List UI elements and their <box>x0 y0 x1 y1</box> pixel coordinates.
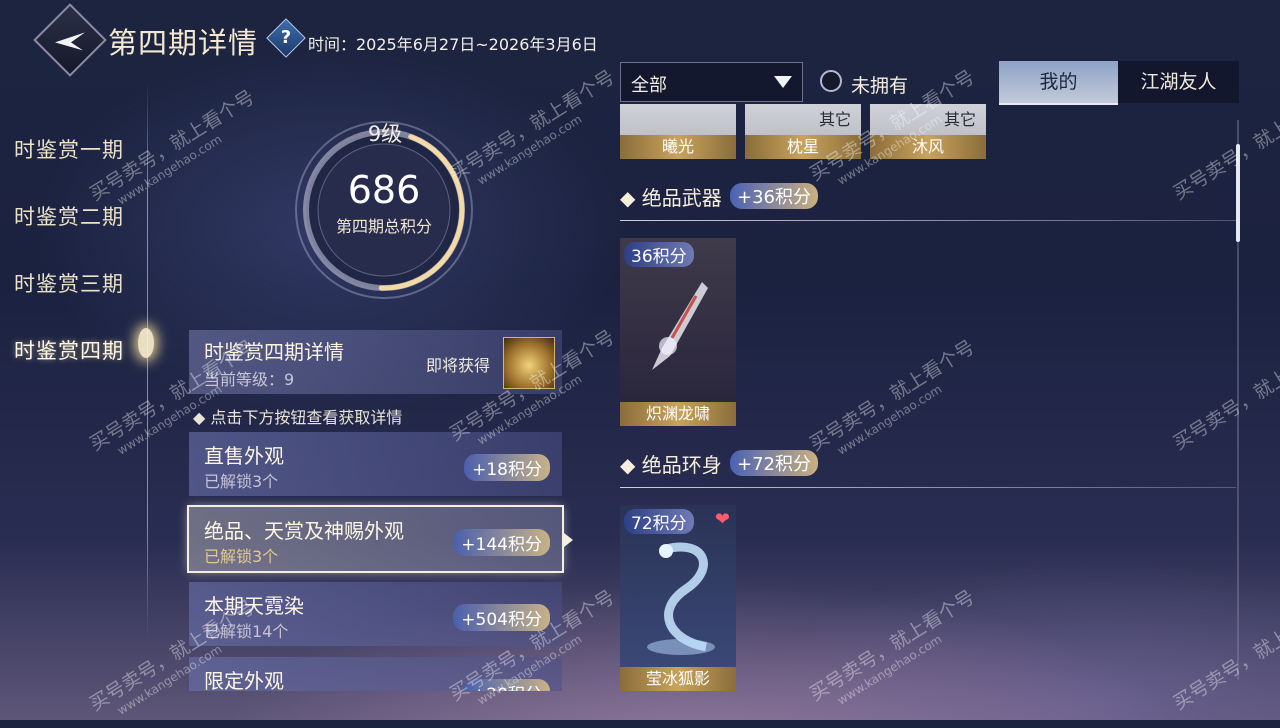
section-divider <box>620 487 1236 488</box>
total-score: 686 <box>347 168 421 212</box>
selected-arrow-icon <box>564 533 573 547</box>
category-unlocked: 已解锁3个 <box>204 472 279 491</box>
category-points-badge: +18积分 <box>464 454 550 481</box>
section-title: ◆ 绝品武器 <box>620 186 722 210</box>
category-dye[interactable]: 本期天霓染 已解锁14个 +504积分 <box>189 582 562 646</box>
outfit-name: 沐风 <box>870 135 986 159</box>
nav-item-period-4[interactable]: 时鉴赏四期 <box>14 335 124 365</box>
outfit-points-tag: 36积分 <box>624 242 694 267</box>
category-direct-sale[interactable]: 直售外观 已解锁3个 +18积分 <box>189 432 562 496</box>
category-premium-outfits[interactable]: 绝品、天赏及神赐外观 已解锁3个 +144积分 <box>187 505 564 573</box>
outfit-card[interactable]: 曦光 <box>620 104 736 159</box>
nav-item-period-3[interactable]: 时鉴赏三期 <box>14 268 124 298</box>
back-arrow-icon <box>55 32 85 51</box>
help-symbol: ? <box>280 27 292 48</box>
outfit-card[interactable]: 其它 沐风 <box>870 104 986 159</box>
nav-item-period-2[interactable]: 时鉴赏二期 <box>14 201 124 231</box>
outfit-other-label: 其它 <box>943 110 976 129</box>
category-points-badge: +20积分 <box>464 679 550 691</box>
section-divider <box>620 220 1236 221</box>
tip-text: ◆ 点击下方按钮查看获取详情 <box>193 408 403 427</box>
outfit-points-tag: 72积分 <box>624 509 694 534</box>
tab-mine[interactable]: 我的 <box>999 61 1118 105</box>
level-label: 9级 <box>367 122 403 146</box>
section-title-text: 绝品环身 <box>641 453 722 477</box>
category-points-badge: +504积分 <box>453 604 550 631</box>
category-unlocked: 已解锁14个 <box>204 622 289 641</box>
outfit-name: 枕星 <box>745 135 861 159</box>
category-name: 本期天霓染 <box>204 594 304 618</box>
category-points-badge: +144积分 <box>453 529 550 556</box>
current-level: 当前等级：9 <box>204 370 295 389</box>
section-points-badge: +72积分 <box>730 450 818 476</box>
category-name: 限定外观 <box>204 669 284 691</box>
outfit-name: 莹冰狐影 <box>620 667 736 691</box>
outfit-name: 炽渊龙啸 <box>620 402 736 426</box>
upcoming-reward-icon[interactable] <box>503 337 555 389</box>
nav-item-period-1[interactable]: 时鉴赏一期 <box>14 134 124 164</box>
weapon-art <box>652 282 708 370</box>
unowned-radio[interactable] <box>820 70 842 92</box>
section-points-badge: +36积分 <box>730 183 818 209</box>
outfit-other-label: 其它 <box>818 110 851 129</box>
outfit-card[interactable]: 72积分 ❤ 莹冰狐影 <box>620 505 736 691</box>
period-text: 时间：2025年6月27日~2026年3月6日 <box>308 35 598 54</box>
nav-divider <box>147 80 148 640</box>
outfit-card[interactable]: 其它 枕星 <box>745 104 861 159</box>
section-title-text: 绝品武器 <box>641 186 722 210</box>
back-button[interactable] <box>33 3 107 77</box>
heart-icon: ❤ <box>714 509 730 530</box>
total-score-label: 第四期总积分 <box>335 217 432 236</box>
unowned-label[interactable]: 未拥有 <box>851 71 908 98</box>
tab-friends[interactable]: 江湖友人 <box>1118 61 1239 103</box>
fox-shadow-art <box>647 542 715 655</box>
outfit-card[interactable]: 36积分 炽渊龙啸 <box>620 238 736 426</box>
outfit-name: 曦光 <box>620 135 736 159</box>
chevron-down-icon <box>774 76 792 88</box>
nav-active-indicator <box>138 328 154 358</box>
scrollbar-thumb[interactable] <box>1236 144 1240 242</box>
filter-dropdown-value: 全部 <box>631 75 667 96</box>
upcoming-reward-label: 即将获得 <box>426 356 491 375</box>
category-name: 直售外观 <box>204 444 284 468</box>
category-name: 绝品、天赏及神赐外观 <box>204 519 404 543</box>
category-unlocked: 已解锁3个 <box>204 547 279 566</box>
outfit-list[interactable]: 曦光 其它 枕星 其它 沐风 ◆ 绝品武器 +36积分 36积分 炽渊龙啸 ◆ … <box>606 104 1238 700</box>
period-detail-title: 时鉴赏四期详情 <box>204 340 344 364</box>
category-limited[interactable]: 限定外观 +20积分 <box>189 657 562 691</box>
section-title: ◆ 绝品环身 <box>620 453 722 477</box>
help-icon[interactable]: ? <box>266 18 306 58</box>
page-title: 第四期详情 <box>108 26 259 60</box>
